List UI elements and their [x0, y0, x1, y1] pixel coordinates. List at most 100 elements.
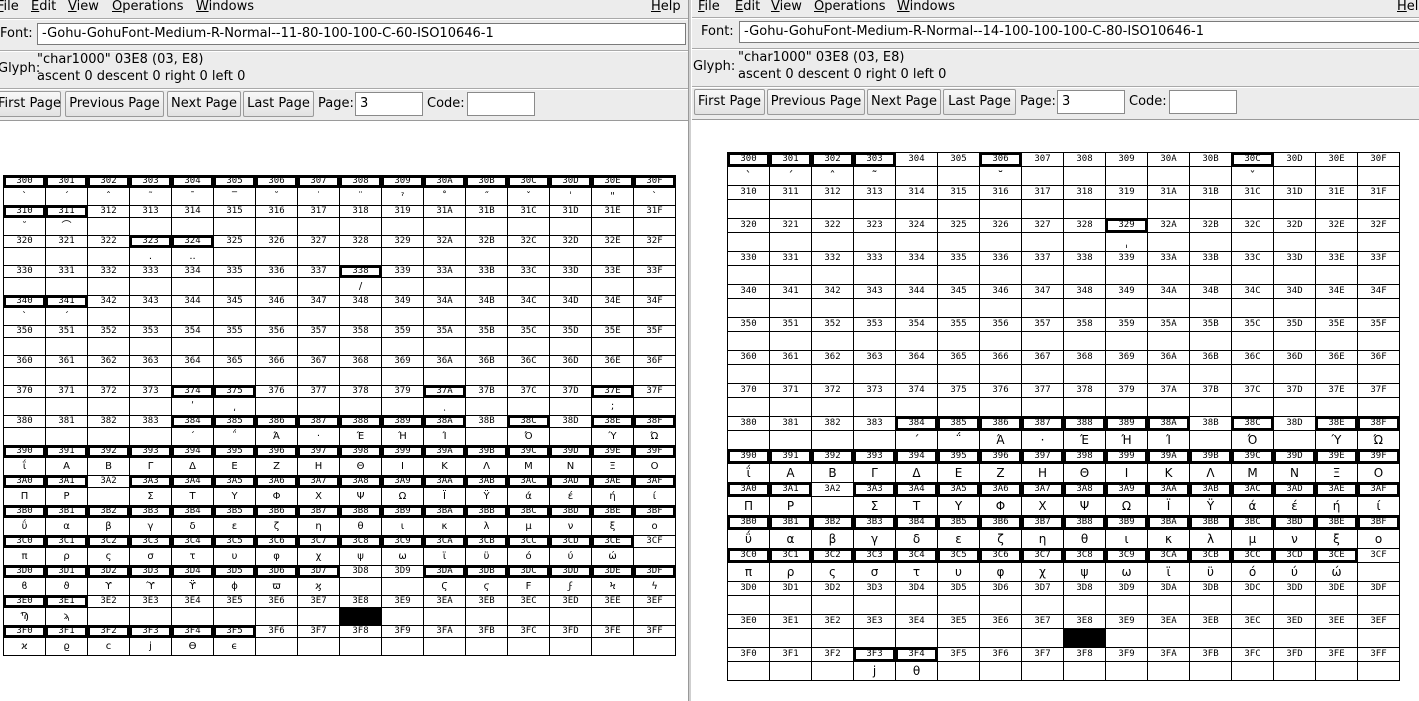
- glyph-cell-3B1[interactable]: α: [769, 529, 812, 549]
- glyph-cell-345[interactable]: [213, 307, 256, 326]
- glyph-code-312[interactable]: 312: [811, 185, 854, 200]
- glyph-cell-325[interactable]: [937, 232, 980, 252]
- glyph-cell-378[interactable]: [339, 397, 382, 416]
- glyph-cell-3B4[interactable]: δ: [895, 529, 938, 549]
- glyph-code-340[interactable]: 340: [727, 284, 770, 299]
- glyph-cell-3A9[interactable]: Ω: [381, 487, 424, 506]
- glyph-code-324[interactable]: 324: [895, 218, 938, 233]
- glyph-code-31D[interactable]: 31D: [1273, 185, 1316, 200]
- glyph-code-38B[interactable]: 38B: [1189, 416, 1232, 431]
- glyph-cell-37A[interactable]: [1147, 397, 1190, 417]
- glyph-code-325[interactable]: 325: [937, 218, 980, 233]
- glyph-cell-317[interactable]: [1021, 199, 1064, 219]
- glyph-cell-349[interactable]: [381, 307, 424, 326]
- menu-file[interactable]: File: [698, 0, 720, 14]
- glyph-cell-3E7[interactable]: [1021, 628, 1064, 648]
- glyph-cell-30E[interactable]: [1315, 166, 1358, 186]
- glyph-cell-34C[interactable]: [507, 307, 550, 326]
- glyph-cell-33E[interactable]: [1315, 265, 1358, 285]
- glyph-cell-3DA[interactable]: Ϛ: [423, 577, 466, 596]
- glyph-cell-3CE[interactable]: ώ: [1315, 562, 1358, 582]
- glyph-code-3C6[interactable]: 3C6: [979, 548, 1022, 563]
- glyph-cell-368[interactable]: [1063, 364, 1106, 384]
- glyph-code-351[interactable]: 351: [769, 317, 812, 332]
- glyph-cell-30F[interactable]: [1357, 166, 1400, 186]
- glyph-cell-390[interactable]: ΐ: [3, 457, 46, 476]
- menu-windows[interactable]: Windows: [897, 0, 955, 14]
- next-page-button[interactable]: Next Page: [867, 89, 941, 115]
- glyph-cell-37C[interactable]: [1231, 397, 1274, 417]
- glyph-code-38E[interactable]: 38E: [1315, 416, 1358, 431]
- glyph-cell-3B8[interactable]: θ: [339, 517, 382, 536]
- glyph-cell-3DC[interactable]: [1231, 595, 1274, 615]
- glyph-cell-372[interactable]: [811, 397, 854, 417]
- glyph-cell-39F[interactable]: Ο: [1357, 463, 1400, 483]
- glyph-cell-394[interactable]: Δ: [895, 463, 938, 483]
- glyph-code-375[interactable]: 375: [937, 383, 980, 398]
- glyph-code-369[interactable]: 369: [1105, 350, 1148, 365]
- glyph-cell-3C3[interactable]: σ: [853, 562, 896, 582]
- glyph-code-34E[interactable]: 34E: [1315, 284, 1358, 299]
- glyph-code-3C7[interactable]: 3C7: [1021, 548, 1064, 563]
- glyph-cell-3FF[interactable]: [633, 637, 676, 656]
- glyph-cell-359[interactable]: [1105, 331, 1148, 351]
- glyph-code-3AB[interactable]: 3AB: [1189, 482, 1232, 497]
- glyph-cell-3EA[interactable]: [423, 607, 466, 626]
- glyph-cell-3DF[interactable]: [1357, 595, 1400, 615]
- glyph-code-38C[interactable]: 38C: [1231, 416, 1274, 431]
- glyph-cell-388[interactable]: Έ: [1063, 430, 1106, 450]
- glyph-cell-379[interactable]: [381, 397, 424, 416]
- glyph-code-399[interactable]: 399: [1105, 449, 1148, 464]
- glyph-cell-3F5[interactable]: [937, 661, 980, 681]
- glyph-code-3D4[interactable]: 3D4: [895, 581, 938, 596]
- glyph-cell-3CE[interactable]: ώ: [591, 547, 634, 566]
- glyph-cell-356[interactable]: [255, 337, 298, 356]
- glyph-cell-3A9[interactable]: Ω: [1105, 496, 1148, 516]
- glyph-cell-373[interactable]: [853, 397, 896, 417]
- glyph-code-3B7[interactable]: 3B7: [1021, 515, 1064, 530]
- glyph-cell-341[interactable]: [769, 298, 812, 318]
- glyph-cell-36C[interactable]: [1231, 364, 1274, 384]
- glyph-code-3DF[interactable]: 3DF: [1357, 581, 1400, 596]
- glyph-cell-3D8[interactable]: [339, 577, 382, 596]
- glyph-cell-3E5[interactable]: [937, 628, 980, 648]
- glyph-cell-357[interactable]: [297, 337, 340, 356]
- glyph-cell-374[interactable]: ʹ: [171, 397, 214, 416]
- glyph-cell-3D0[interactable]: [727, 595, 770, 615]
- glyph-cell-30F[interactable]: ˋ: [633, 187, 676, 206]
- glyph-code-363[interactable]: 363: [853, 350, 896, 365]
- glyph-code-3D7[interactable]: 3D7: [1021, 581, 1064, 596]
- glyph-code-380[interactable]: 380: [727, 416, 770, 431]
- glyph-cell-3C7[interactable]: χ: [1021, 562, 1064, 582]
- glyph-code-355[interactable]: 355: [937, 317, 980, 332]
- glyph-code-3EB[interactable]: 3EB: [1189, 614, 1232, 629]
- glyph-cell-347[interactable]: [1021, 298, 1064, 318]
- glyph-cell-3C1[interactable]: ρ: [45, 547, 88, 566]
- glyph-cell-358[interactable]: [339, 337, 382, 356]
- glyph-cell-3C8[interactable]: ψ: [339, 547, 382, 566]
- first-page-button[interactable]: First Page: [0, 91, 61, 117]
- glyph-cell-367[interactable]: [1021, 364, 1064, 384]
- glyph-cell-385[interactable]: ΅: [213, 427, 256, 446]
- glyph-cell-388[interactable]: Έ: [339, 427, 382, 446]
- glyph-code-336[interactable]: 336: [979, 251, 1022, 266]
- glyph-code-306[interactable]: 306: [979, 152, 1022, 167]
- glyph-code-3D9[interactable]: 3D9: [1105, 581, 1148, 596]
- glyph-code-3B1[interactable]: 3B1: [769, 515, 812, 530]
- glyph-cell-33D[interactable]: [549, 277, 592, 296]
- glyph-cell-3CB[interactable]: ϋ: [465, 547, 508, 566]
- glyph-cell-33A[interactable]: [1147, 265, 1190, 285]
- glyph-cell-353[interactable]: [853, 331, 896, 351]
- glyph-code-37F[interactable]: 37F: [1357, 383, 1400, 398]
- glyph-code-36F[interactable]: 36F: [1357, 350, 1400, 365]
- glyph-cell-30A[interactable]: ˚: [423, 187, 466, 206]
- glyph-cell-3FE[interactable]: [591, 637, 634, 656]
- glyph-cell-3D2[interactable]: [811, 595, 854, 615]
- glyph-cell-3CD[interactable]: ύ: [549, 547, 592, 566]
- glyph-cell-341[interactable]: ´: [45, 307, 88, 326]
- menu-operations[interactable]: Operations: [112, 0, 183, 14]
- glyph-code-3F4[interactable]: 3F4: [895, 647, 938, 662]
- glyph-cell-3E3[interactable]: [853, 628, 896, 648]
- glyph-cell-3B0[interactable]: ΰ: [727, 529, 770, 549]
- glyph-cell-36D[interactable]: [1273, 364, 1316, 384]
